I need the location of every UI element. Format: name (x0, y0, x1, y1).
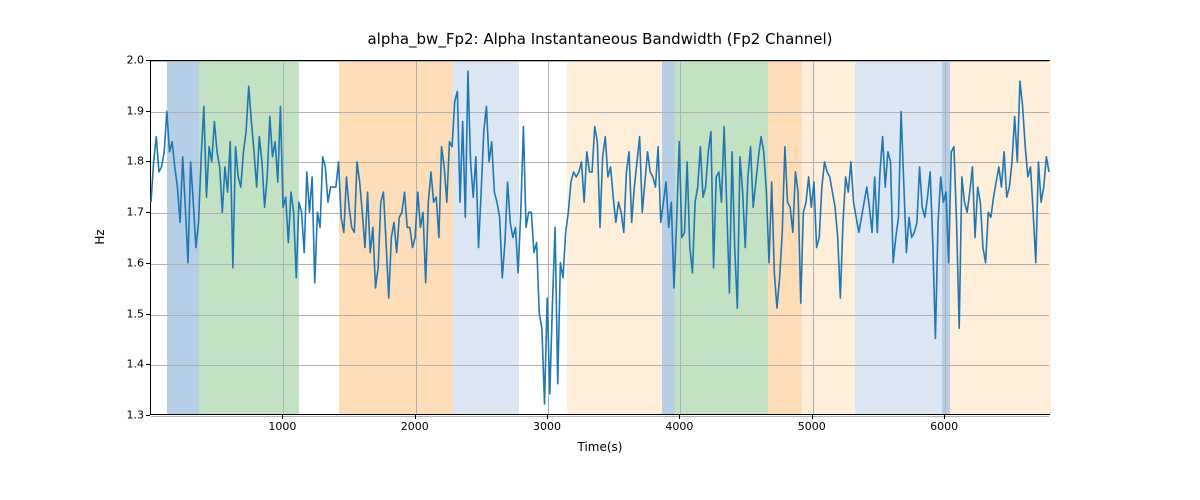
y-tick-label: 1.3 (127, 409, 145, 422)
y-tick-mark (146, 415, 150, 416)
x-tick-mark (812, 415, 813, 419)
y-tick-mark (146, 212, 150, 213)
data-series-line (151, 71, 1049, 404)
x-tick-mark (679, 415, 680, 419)
x-tick-mark (944, 415, 945, 419)
y-tick-label: 1.9 (127, 104, 145, 117)
y-tick-label: 1.7 (127, 206, 145, 219)
gridline-horizontal (151, 416, 1049, 417)
y-tick-mark (146, 161, 150, 162)
x-tick-label: 6000 (930, 420, 958, 433)
y-axis-label: Hz (93, 229, 107, 244)
x-tick-mark (415, 415, 416, 419)
y-tick-label: 1.6 (127, 256, 145, 269)
x-tick-mark (282, 415, 283, 419)
y-tick-label: 1.4 (127, 358, 145, 371)
line-svg (151, 61, 1049, 414)
x-tick-label: 2000 (401, 420, 429, 433)
x-tick-label: 1000 (268, 420, 296, 433)
plot-area (150, 60, 1050, 415)
y-tick-mark (146, 60, 150, 61)
chart-title: alpha_bw_Fp2: Alpha Instantaneous Bandwi… (0, 30, 1200, 48)
x-tick-label: 5000 (798, 420, 826, 433)
x-tick-mark (547, 415, 548, 419)
y-tick-mark (146, 314, 150, 315)
y-tick-mark (146, 111, 150, 112)
y-tick-mark (146, 364, 150, 365)
x-tick-label: 4000 (665, 420, 693, 433)
x-axis-label: Time(s) (578, 440, 623, 454)
y-tick-label: 1.5 (127, 307, 145, 320)
y-tick-mark (146, 263, 150, 264)
x-tick-label: 3000 (533, 420, 561, 433)
y-tick-label: 1.8 (127, 155, 145, 168)
y-tick-label: 2.0 (127, 54, 145, 67)
